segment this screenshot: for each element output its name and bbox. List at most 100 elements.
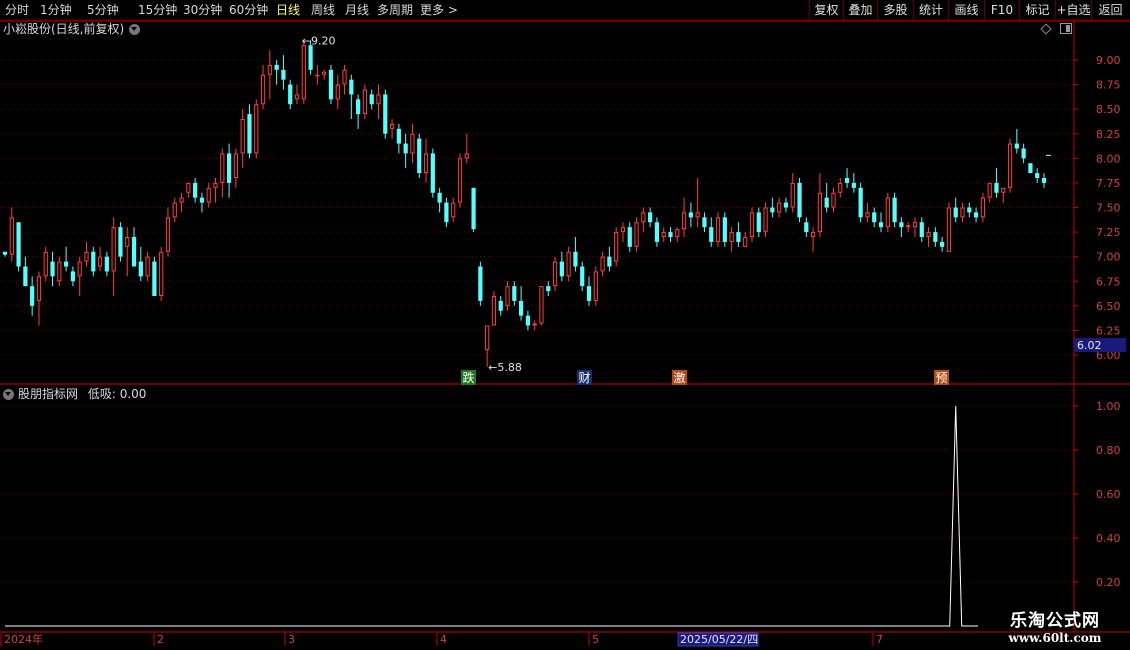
date-label: 4 (440, 633, 447, 646)
candle-body (736, 232, 741, 242)
candle-body (878, 222, 884, 228)
date-label: 2 (157, 633, 164, 646)
candle-body (179, 197, 184, 203)
candle-body (125, 237, 130, 247)
candle-body (933, 232, 938, 242)
candle-body (267, 64, 272, 75)
candle-body (260, 74, 266, 105)
candle-body (294, 94, 300, 100)
candle-body (858, 187, 863, 218)
indicator-tick-label: 0.60 (1096, 488, 1121, 501)
candle-body (539, 286, 544, 324)
candle-body (220, 153, 225, 183)
candle-body (423, 153, 429, 174)
candle-body (159, 251, 164, 296)
candle-body (804, 222, 809, 233)
indicator-tick-label: 0.80 (1096, 444, 1121, 457)
indicator-tick-label: 0.40 (1096, 532, 1121, 545)
candle-body (743, 237, 748, 247)
candle-body (111, 227, 116, 272)
candle-body (559, 261, 564, 277)
candle-body (30, 286, 35, 306)
candle-body (715, 217, 721, 242)
candle-body (899, 222, 904, 228)
candle-body (940, 241, 945, 247)
candle-body (50, 261, 55, 277)
candle-body (383, 94, 388, 134)
candle-body (512, 286, 517, 301)
candle-body (457, 158, 463, 203)
candle-body (953, 207, 958, 218)
candle-body (702, 217, 707, 228)
candle-body (790, 182, 795, 208)
candle-body (1007, 143, 1013, 188)
candle-body (444, 202, 449, 223)
candle-body (811, 232, 816, 237)
candle-body (410, 133, 415, 154)
candle-body (987, 182, 992, 198)
candle-body (566, 251, 571, 277)
candle-body (797, 182, 802, 218)
candle-body (64, 261, 69, 267)
candle-body (763, 207, 768, 233)
candle-body (817, 192, 823, 233)
candle-body (206, 187, 211, 203)
candle-body (9, 217, 14, 255)
candle-body (491, 296, 497, 326)
candle-body (274, 64, 279, 70)
candle-body (525, 315, 531, 326)
candle-body (532, 323, 537, 326)
candle-body (240, 119, 245, 154)
candle-body (648, 212, 653, 223)
candle-body (349, 79, 354, 95)
kline-chart[interactable]: 9.00 8.75 8.50 8.25 8.00 7.75 7.50 7.25 7.00 6.75… (0, 0, 1130, 650)
candle-body (478, 266, 483, 301)
candle-body (675, 229, 680, 237)
candle-body (308, 45, 313, 70)
candle-body (573, 251, 578, 267)
candle-body (199, 197, 205, 203)
candle-body (906, 225, 911, 228)
candle-body (967, 207, 972, 213)
event-marker-text: 激 (674, 371, 686, 385)
candle-body (586, 286, 592, 301)
watermark: 乐淘公式网 www.60lt.com (984, 606, 1126, 648)
candle-body (885, 197, 890, 228)
candle-body (865, 212, 870, 218)
candle-body (233, 153, 238, 179)
candle-body (831, 192, 836, 208)
date-label: 2024年 (4, 632, 43, 646)
price-tick-label: 8.00 (1096, 152, 1121, 165)
candle-body (783, 202, 789, 208)
candle-body (980, 197, 985, 218)
candle-body (356, 99, 361, 115)
candle-body (2, 251, 8, 255)
price-tick-label: 9.00 (1096, 54, 1121, 67)
candle-body (546, 286, 551, 292)
candle-body (681, 212, 687, 230)
candle-body (600, 256, 605, 272)
candle-body (770, 207, 775, 213)
candle-body (362, 89, 368, 115)
candle-body (552, 261, 558, 287)
candle-body (709, 227, 714, 242)
candle-body (756, 212, 761, 233)
candle-body (281, 69, 286, 80)
candle-body (851, 182, 856, 188)
candle-body (43, 251, 48, 277)
candle-body (1035, 173, 1040, 178)
candle-body (641, 212, 646, 223)
candle-body (505, 286, 510, 306)
low-price-label: ←5.88 (488, 361, 522, 374)
candle-body (844, 178, 850, 183)
candle-body (872, 212, 877, 223)
candle-body (661, 232, 666, 237)
candle-body (172, 202, 177, 218)
price-tick-label: 7.00 (1096, 251, 1121, 264)
candle-body (688, 212, 693, 218)
candle-body (620, 227, 626, 233)
candle-body (138, 261, 143, 277)
candle-body (97, 256, 103, 267)
current-price-value: 6.02 (1077, 339, 1102, 352)
candle-body (328, 69, 334, 100)
